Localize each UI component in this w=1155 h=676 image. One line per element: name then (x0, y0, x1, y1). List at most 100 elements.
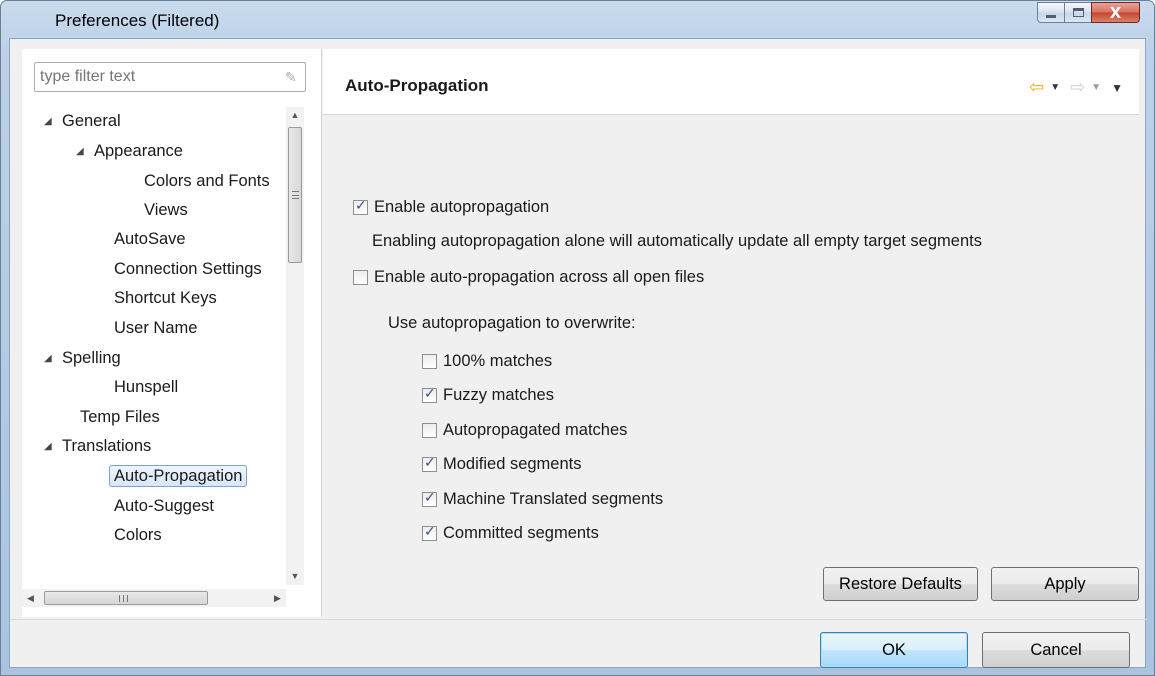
back-arrow-icon[interactable]: ⇦ (1029, 77, 1044, 98)
tree-item-temp-files[interactable]: Temp Files (80, 403, 160, 432)
view-menu-icon[interactable]: ▼ (1111, 81, 1123, 95)
option-fuzzy-matches-checkbox[interactable]: Fuzzy matches (422, 384, 554, 406)
option-machine-translated-checkbox[interactable]: Machine Translated segments (422, 488, 663, 510)
tree-item-label: Translations (62, 437, 152, 455)
minimize-icon (1046, 15, 1056, 18)
tree-item-label: Hunspell (114, 378, 179, 396)
checkbox-box[interactable] (422, 524, 437, 541)
tree-item-label: Shortcut Keys (114, 289, 217, 307)
scroll-up-icon[interactable]: ▲ (286, 107, 304, 124)
forward-arrow-icon[interactable]: ⇨ (1070, 77, 1085, 98)
autopropagation-description: Enabling autopropagation alone will auto… (372, 232, 982, 250)
expanded-arrow-icon[interactable]: ◢ (44, 344, 52, 373)
tree-item-label: User Name (114, 319, 198, 337)
tree-item-label: Spelling (62, 349, 121, 367)
page-content: Enable autopropagation Enabling autoprop… (323, 116, 1139, 616)
grip-icon (292, 191, 299, 199)
tree-item-views[interactable]: Views (144, 196, 188, 225)
option-autopropagated-matches-checkbox[interactable]: Autopropagated matches (422, 419, 627, 441)
minimize-button[interactable] (1037, 2, 1065, 23)
tree-item-label: Auto-Propagation (109, 465, 248, 487)
tree-item-general[interactable]: ◢ General (44, 107, 121, 136)
window-title: Preferences (Filtered) (55, 11, 220, 30)
checkbox-label: Committed segments (443, 523, 599, 542)
checkbox-label: Modified segments (443, 454, 582, 473)
checkbox-box[interactable] (422, 490, 437, 507)
tree-item-hunspell[interactable]: Hunspell (114, 373, 178, 402)
tree-item-label: Temp Files (80, 408, 160, 426)
checkbox-label: Machine Translated segments (443, 489, 664, 508)
tree-vertical-scrollbar[interactable]: ▲ ▼ (286, 107, 304, 585)
tree-item-label: Appearance (94, 142, 183, 160)
checkbox-box[interactable] (422, 455, 437, 472)
back-history-chevron-down-icon[interactable]: ▼ (1050, 82, 1060, 93)
close-icon: X (1109, 3, 1122, 22)
overwrite-group-label: Use autopropagation to overwrite: (388, 314, 636, 332)
checkbox-label: 100% matches (443, 351, 553, 370)
checkbox-box[interactable] (422, 386, 437, 403)
tree-item-autosave[interactable]: AutoSave (114, 225, 186, 254)
tree-item-label: Auto-Suggest (114, 497, 214, 515)
tree-item-auto-propagation[interactable]: Auto-Propagation (109, 462, 248, 491)
tree-item-label: Views (144, 201, 188, 219)
maximize-button[interactable] (1064, 2, 1092, 23)
scroll-right-icon[interactable]: ▶ (269, 589, 286, 607)
page-title: Auto-Propagation (345, 76, 489, 95)
checkbox-label: Enable autopropagation (374, 197, 550, 216)
tree-item-colors-and-fonts[interactable]: Colors and Fonts (144, 167, 270, 196)
preference-tree: ◢ General ◢ Appearance Colors and Fonts … (22, 107, 284, 585)
expanded-arrow-icon[interactable]: ◢ (44, 432, 52, 461)
tree-item-colors[interactable]: Colors (114, 521, 162, 550)
grip-icon (119, 595, 128, 602)
preference-tree-panel: ✎ ◢ General ◢ Appearance Colors and Font… (22, 49, 322, 617)
expanded-arrow-icon[interactable]: ◢ (44, 107, 52, 136)
tree-item-label: Colors (114, 526, 162, 544)
scroll-left-icon[interactable]: ◀ (22, 589, 39, 607)
tree-item-spelling[interactable]: ◢ Spelling (44, 344, 121, 373)
checkbox-label: Fuzzy matches (443, 385, 554, 404)
enable-across-files-checkbox[interactable]: Enable auto-propagation across all open … (353, 266, 704, 288)
tree-item-label: Colors and Fonts (144, 172, 270, 190)
tree-item-translations[interactable]: ◢ Translations (44, 432, 151, 461)
clear-filter-icon[interactable]: ✎ (285, 69, 299, 85)
caption-buttons: X (1037, 2, 1140, 23)
option-committed-segments-checkbox[interactable]: Committed segments (422, 522, 599, 544)
page-header: Auto-Propagation ⇦ ▼ ⇨ ▼ ▼ (323, 49, 1139, 115)
dialog-client-area: ✎ ◢ General ◢ Appearance Colors and Font… (9, 38, 1147, 669)
title-bar[interactable]: Preferences (Filtered) X (1, 1, 1154, 37)
ok-button[interactable]: OK (820, 632, 968, 668)
tree-item-label: AutoSave (114, 230, 186, 248)
tree-horizontal-scrollbar[interactable]: ◀ ▶ (22, 589, 286, 607)
option-100-matches-checkbox[interactable]: 100% matches (422, 350, 552, 372)
tree-item-user-name[interactable]: User Name (114, 314, 197, 343)
scroll-down-icon[interactable]: ▼ (286, 568, 304, 585)
close-button[interactable]: X (1091, 2, 1140, 23)
tree-item-appearance[interactable]: ◢ Appearance (76, 137, 183, 166)
tree-item-connection-settings[interactable]: Connection Settings (114, 255, 262, 284)
tree-item-shortcut-keys[interactable]: Shortcut Keys (114, 284, 217, 313)
horizontal-scroll-thumb[interactable] (44, 591, 208, 605)
page-navigation: ⇦ ▼ ⇨ ▼ ▼ (1029, 77, 1123, 98)
expanded-arrow-icon[interactable]: ◢ (76, 137, 84, 166)
checkbox-box[interactable] (422, 353, 437, 369)
checkbox-box[interactable] (353, 198, 368, 215)
dialog-button-bar: OK Cancel (10, 619, 1147, 669)
filter-input[interactable] (40, 64, 270, 90)
vertical-scroll-thumb[interactable] (288, 127, 302, 263)
option-modified-segments-checkbox[interactable]: Modified segments (422, 453, 582, 475)
forward-history-chevron-down-icon[interactable]: ▼ (1091, 82, 1101, 93)
tree-item-label: General (62, 112, 121, 130)
cancel-button[interactable]: Cancel (982, 632, 1130, 668)
enable-autopropagation-checkbox[interactable]: Enable autopropagation (353, 196, 549, 218)
checkbox-label: Enable auto-propagation across all open … (374, 267, 705, 286)
filter-field[interactable]: ✎ (34, 62, 306, 92)
checkbox-box[interactable] (353, 269, 368, 285)
checkbox-box[interactable] (422, 422, 437, 438)
tree-item-label: Connection Settings (114, 260, 262, 278)
maximize-icon (1072, 8, 1084, 17)
apply-button[interactable]: Apply (991, 567, 1139, 601)
checkbox-label: Autopropagated matches (443, 420, 628, 439)
tree-item-auto-suggest[interactable]: Auto-Suggest (114, 492, 214, 521)
preference-page: Auto-Propagation ⇦ ▼ ⇨ ▼ ▼ Enable autopr… (323, 49, 1139, 617)
restore-defaults-button[interactable]: Restore Defaults (823, 567, 978, 601)
